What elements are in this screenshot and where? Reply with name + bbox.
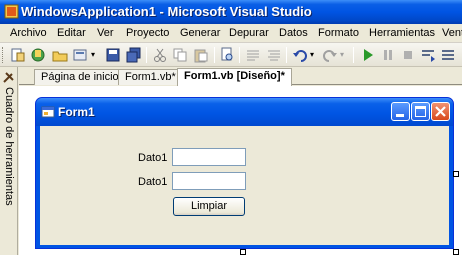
app-titlebar: WindowsApplication1 - Microsoft Visual S…	[0, 0, 462, 24]
textbox-dato2[interactable]	[172, 172, 246, 190]
toolbar-separator	[146, 47, 147, 63]
document-tabs: Página de inicio Form1.vb* Form1.vb [Dis…	[19, 67, 462, 86]
menu-bar: Archivo Editar Ver Proyecto Generar Depu…	[0, 24, 462, 43]
menu-ver[interactable]: Ver	[97, 27, 114, 39]
cut-icon[interactable]	[152, 47, 168, 63]
resize-handle-right[interactable]	[453, 171, 459, 177]
designer-surface[interactable]: Form1 Dato1 Dato1 Limpiar	[19, 86, 462, 255]
save-all-icon[interactable]	[126, 47, 142, 63]
toolbar-separator	[214, 47, 215, 63]
menu-datos[interactable]: Datos	[279, 27, 308, 39]
resize-handle-bottom[interactable]	[240, 249, 246, 255]
label-dato2: Dato1	[138, 176, 168, 188]
toolbox-icon	[3, 72, 14, 83]
textbox-dato1[interactable]	[172, 148, 246, 166]
redo-icon[interactable]	[322, 47, 338, 63]
step-into-icon[interactable]	[420, 47, 436, 63]
visual-studio-icon	[4, 4, 19, 19]
tab-start-page[interactable]: Página de inicio	[34, 69, 126, 85]
uncomment-icon[interactable]	[266, 47, 282, 63]
label-dato1: Dato1	[138, 152, 168, 164]
limpiar-button[interactable]: Limpiar	[173, 197, 245, 216]
tab-form1-design[interactable]: Form1.vb [Diseño]*	[177, 68, 292, 86]
undo-icon[interactable]	[292, 47, 308, 63]
menu-generar[interactable]: Generar	[180, 27, 220, 39]
new-project-icon[interactable]	[10, 47, 26, 63]
menu-herramientas[interactable]: Herramientas	[369, 27, 435, 39]
step-over-icon[interactable]	[440, 47, 456, 63]
toolbar-separator	[239, 47, 240, 63]
minimize-icon	[396, 114, 404, 117]
chevron-down-icon[interactable]: ▾	[310, 50, 314, 59]
menu-ventana[interactable]: Vent	[442, 27, 462, 39]
start-debug-icon[interactable]	[360, 47, 376, 63]
toolbox-label: Cuadro de herramientas	[3, 87, 15, 206]
form1-titlebar: Form1	[36, 98, 453, 126]
find-icon[interactable]	[220, 47, 236, 63]
menu-editar[interactable]: Editar	[57, 27, 86, 39]
app-title: WindowsApplication1 - Microsoft Visual S…	[21, 4, 312, 19]
form1-title: Form1	[58, 105, 95, 119]
stop-icon[interactable]	[400, 47, 416, 63]
close-icon	[435, 106, 446, 117]
chevron-down-icon[interactable]: ▾	[340, 50, 344, 59]
maximize-icon	[415, 106, 426, 117]
paste-icon[interactable]	[193, 47, 209, 63]
pause-icon[interactable]	[380, 47, 396, 63]
toolbox-panel[interactable]: Cuadro de herramientas	[0, 67, 18, 255]
tab-form1-code[interactable]: Form1.vb*	[118, 69, 183, 85]
copy-icon[interactable]	[172, 47, 188, 63]
close-button[interactable]	[431, 102, 450, 121]
comment-out-icon[interactable]	[245, 47, 261, 63]
minimize-button[interactable]	[391, 102, 410, 121]
maximize-button[interactable]	[411, 102, 430, 121]
add-item-icon[interactable]	[30, 47, 46, 63]
menu-formato[interactable]: Formato	[318, 27, 359, 39]
toolbar-separator	[353, 47, 354, 63]
form1-client-area: Dato1 Dato1 Limpiar	[40, 126, 449, 245]
form1-window[interactable]: Form1 Dato1 Dato1 Limpiar	[35, 97, 454, 249]
resize-handle-corner[interactable]	[453, 249, 459, 255]
toolbar-separator	[286, 47, 287, 63]
save-icon[interactable]	[105, 47, 121, 63]
menu-depurar[interactable]: Depurar	[229, 27, 269, 39]
menu-proyecto[interactable]: Proyecto	[126, 27, 169, 39]
form-icon	[41, 106, 55, 118]
menu-archivo[interactable]: Archivo	[10, 27, 47, 39]
toolbar-grip[interactable]	[2, 47, 5, 63]
chevron-down-icon[interactable]: ▾	[91, 50, 95, 59]
add-new-item-icon[interactable]	[73, 47, 89, 63]
open-folder-icon[interactable]	[52, 47, 68, 63]
standard-toolbar: ▾ ▾ ▾	[0, 43, 462, 67]
